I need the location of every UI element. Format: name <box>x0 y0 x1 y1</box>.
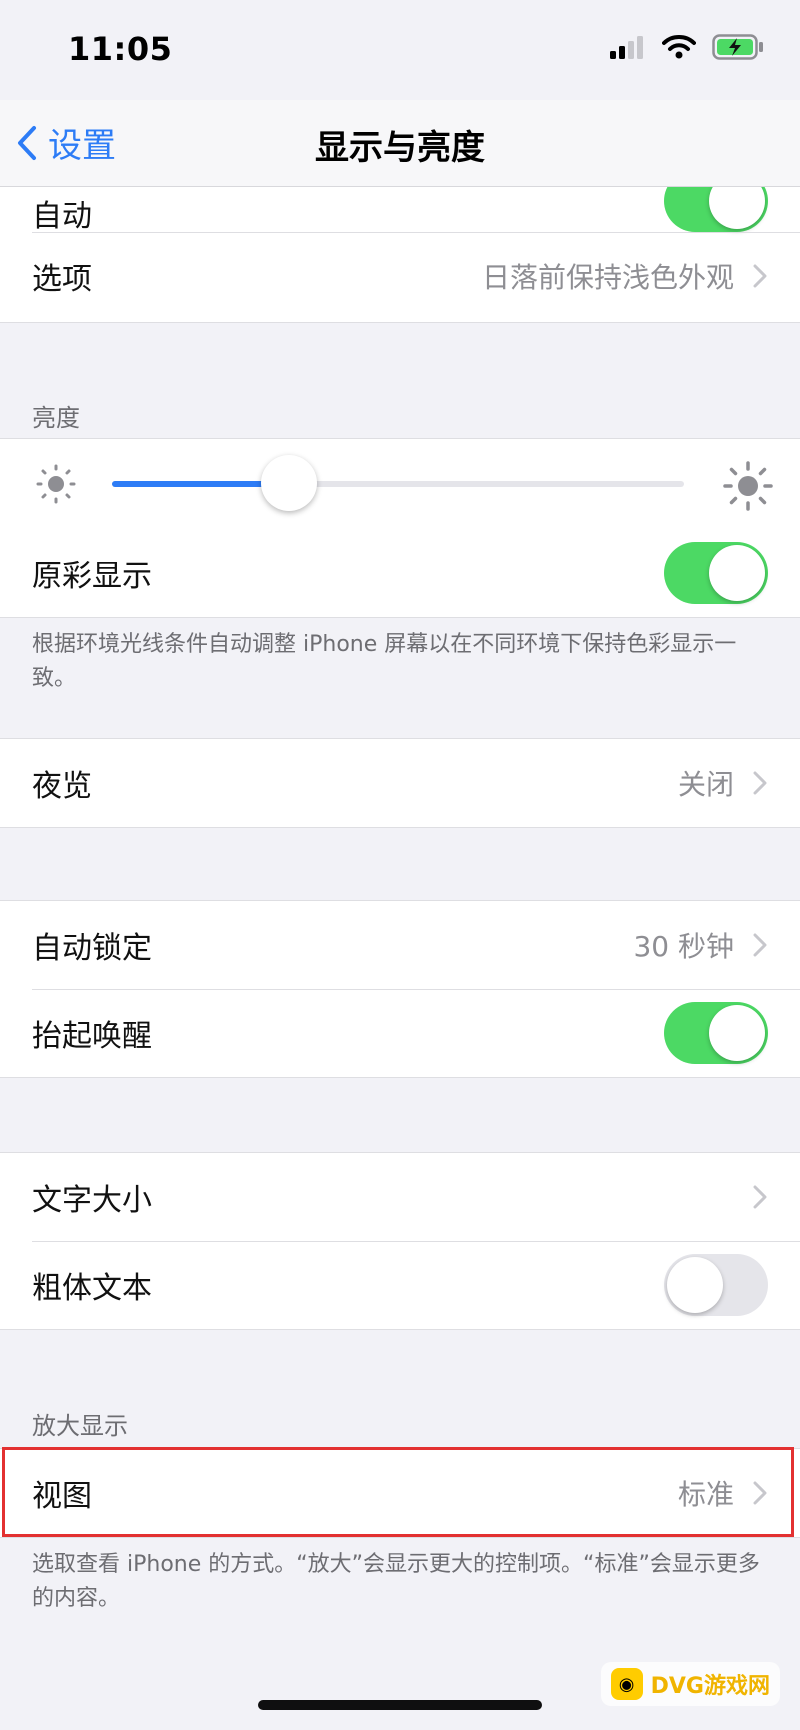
options-value: 日落前保持浅色外观 <box>481 261 734 294</box>
brightness-slider[interactable] <box>112 455 684 511</box>
chevron-right-icon <box>753 1481 767 1505</box>
sun-large-icon <box>723 461 773 511</box>
battery-charging-icon <box>712 34 763 60</box>
auto-lock-value: 30 秒钟 <box>633 930 734 963</box>
options-label: 选项 <box>32 262 92 297</box>
bold-text-label: 粗体文本 <box>32 1271 152 1306</box>
view-row[interactable]: 视图 标准 <box>0 1449 800 1537</box>
brightness-header: 亮度 <box>32 404 80 432</box>
zoom-group: 视图 标准 <box>0 1448 800 1538</box>
brightness-group: 原彩显示 <box>0 438 800 618</box>
raise-to-wake-row: 抬起唤醒 <box>0 989 800 1077</box>
text-size-label: 文字大小 <box>32 1183 152 1218</box>
night-shift-row[interactable]: 夜览 关闭 <box>0 739 800 827</box>
auto-lock-row[interactable]: 自动锁定 30 秒钟 <box>0 901 800 989</box>
bold-text-toggle[interactable] <box>664 1254 768 1316</box>
chevron-right-icon <box>753 1185 767 1209</box>
wifi-icon <box>662 35 696 59</box>
gamepad-logo-icon: ◉ <box>610 1668 643 1700</box>
home-indicator[interactable] <box>258 1700 542 1710</box>
auto-appearance-label: 自动 <box>32 199 92 234</box>
text-size-row[interactable]: 文字大小 <box>0 1153 800 1241</box>
toggle-knob <box>709 1005 765 1061</box>
view-label: 视图 <box>32 1479 92 1514</box>
raise-to-wake-label: 抬起唤醒 <box>32 1019 152 1054</box>
status-time: 11:05 <box>68 30 173 68</box>
brightness-footnote: 根据环境光线条件自动调整 iPhone 屏幕以在不同环境下保持色彩显示一致。 <box>32 632 737 691</box>
zoom-footnote: 选取查看 iPhone 的方式。“放大”会显示更大的控制项。“标准”会显示更多的… <box>32 1552 760 1611</box>
brightness-slider-row <box>0 439 800 529</box>
page-title: 显示与亮度 <box>315 128 485 168</box>
chevron-right-icon <box>753 264 767 288</box>
watermark-text: DVG游戏网 <box>650 1674 770 1699</box>
raise-to-wake-toggle[interactable] <box>664 1002 768 1064</box>
lock-group: 自动锁定 30 秒钟 抬起唤醒 <box>0 900 800 1078</box>
bold-text-row: 粗体文本 <box>0 1241 800 1329</box>
night-shift-value: 关闭 <box>677 768 734 801</box>
true-tone-row: 原彩显示 <box>0 529 800 617</box>
text-group: 文字大小 粗体文本 <box>0 1152 800 1330</box>
toggle-knob <box>709 545 765 601</box>
brightness-slider-thumb[interactable] <box>261 455 318 511</box>
options-row[interactable]: 选项 日落前保持浅色外观 <box>0 232 800 320</box>
night-shift-label: 夜览 <box>32 769 92 804</box>
settings-page: 11:05 设置 <box>0 0 800 1730</box>
status-icons <box>610 34 764 60</box>
chevron-right-icon <box>753 933 767 957</box>
true-tone-label: 原彩显示 <box>32 559 152 594</box>
nav-overlay: 设置 显示与亮度 <box>0 100 800 186</box>
zoom-header: 放大显示 <box>32 1412 128 1440</box>
signal-icon <box>610 36 643 59</box>
toggle-knob <box>667 1257 723 1313</box>
sun-small-icon <box>36 464 76 504</box>
auto-lock-label: 自动锁定 <box>32 931 152 966</box>
night-shift-group: 夜览 关闭 <box>0 738 800 828</box>
status-bar: 11:05 <box>0 0 800 100</box>
view-value: 标准 <box>677 1478 734 1511</box>
true-tone-toggle[interactable] <box>664 542 768 604</box>
chevron-right-icon <box>753 771 767 795</box>
watermark: ◉ DVG游戏网 <box>600 1662 780 1706</box>
